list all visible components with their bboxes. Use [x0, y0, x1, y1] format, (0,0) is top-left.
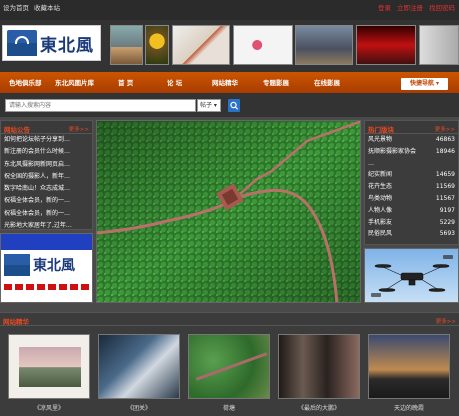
featured-more-link[interactable]: 更多>>: [436, 317, 456, 325]
board-name: 鸟类动物: [368, 194, 393, 202]
logo-text: 東北風: [40, 35, 94, 56]
board-count: 5229: [439, 218, 455, 226]
hot-board-item[interactable]: 民俗民风 5693: [365, 228, 458, 240]
featured-caption: 《凉风里》: [33, 405, 64, 412]
forgot-password-link[interactable]: 找回密码: [429, 4, 455, 12]
featured-photo[interactable]: [98, 334, 180, 399]
banner-slogan-graphic: [4, 284, 89, 290]
thumbnail-image[interactable]: [172, 25, 230, 65]
featured-caption: 天边的晚霞: [393, 405, 424, 412]
hot-boards-more-link[interactable]: 更多>>: [435, 125, 455, 133]
thumbnail-image[interactable]: [356, 25, 416, 65]
hot-board-item[interactable]: 抚顺影摄影家协会 18946: [365, 146, 458, 158]
search-bar: 帖子 ▾: [0, 93, 459, 117]
thumbnail-image[interactable]: [295, 25, 353, 65]
nav-item-exhibitions[interactable]: 专题影展: [263, 77, 289, 87]
featured-photo[interactable]: [8, 334, 90, 399]
hot-board-item[interactable]: 纪实新闻 14659: [365, 169, 458, 181]
nav-item-club[interactable]: 色地俱乐部: [9, 77, 42, 87]
top-bar: 设为首页 收藏本站 登录 立即注册 找回密码: [0, 0, 459, 20]
announcement-item[interactable]: 祝福全体会员，新的一…: [1, 208, 92, 220]
board-name: 纪实新闻: [368, 171, 393, 179]
featured-caption: 《最后的大鹏》: [297, 405, 340, 412]
hot-board-item[interactable]: 手机影友 5229: [365, 217, 458, 229]
announcement-item[interactable]: 新注册的会员什么时候…: [1, 146, 92, 158]
search-type-select[interactable]: 帖子 ▾: [197, 99, 221, 112]
logo-mark-icon: [4, 254, 30, 276]
search-input[interactable]: [5, 99, 196, 112]
featured-title: 网站精华: [3, 318, 29, 326]
board-name: 民俗民风: [368, 230, 393, 238]
hero-image[interactable]: [96, 120, 361, 303]
board-name: 风光景物: [368, 136, 393, 143]
board-count: 5693: [439, 230, 455, 238]
main-nav: 色地俱乐部 东北风图片库 首 页 论 坛 网站精华 专题影展 在线影展 快捷导航…: [0, 72, 459, 93]
search-button[interactable]: [228, 99, 240, 112]
nav-item-forum[interactable]: 论 坛: [167, 77, 182, 87]
announcement-item[interactable]: 东北风摄影网新网页启…: [1, 159, 92, 171]
hot-board-item[interactable]: 风光景物 46863: [365, 134, 458, 146]
announcements-title: 网站公告: [4, 126, 30, 134]
nav-item-gallery[interactable]: 东北风图片库: [55, 77, 94, 87]
set-home-link[interactable]: 设为首页: [3, 4, 29, 12]
board-count: 9197: [439, 206, 455, 214]
nav-item-home[interactable]: 首 页: [118, 77, 133, 87]
announcement-item[interactable]: 光影地大家居年了,过年…: [1, 220, 92, 232]
board-name: …: [368, 159, 374, 167]
board-name: 手机影友: [368, 218, 393, 226]
featured-photo[interactable]: [188, 334, 270, 399]
thumbnail-image[interactable]: [145, 25, 169, 65]
board-count: 11567: [435, 194, 455, 202]
announcements-panel: 网站公告 更多>> 如何把论坛帖子分享到… 新注册的会员什么时候… 东北风摄影网新…: [0, 120, 93, 230]
board-count: 46863: [435, 136, 455, 143]
announcement-item[interactable]: 数字哈南山！众志成城…: [1, 183, 92, 195]
board-count: 14659: [435, 171, 455, 179]
announcement-item[interactable]: 祝全国的摄影人，新年…: [1, 171, 92, 183]
search-type-value: 帖子: [200, 102, 213, 109]
featured-section: 网站精华 更多>> 《凉风里》 《团关》 荷塘 《最后的大鹏》 天边的晚霞: [0, 312, 459, 416]
hot-board-item[interactable]: 鸟类动物 11567: [365, 193, 458, 205]
header: 東北風: [0, 20, 459, 72]
lotus-pond-image: [97, 121, 360, 302]
announcement-item[interactable]: 祝福全体会员，新的一…: [1, 195, 92, 207]
featured-photo[interactable]: [278, 334, 360, 399]
board-count: 18946: [435, 147, 455, 155]
featured-caption: 荷塘: [222, 405, 235, 412]
hot-board-item[interactable]: 人物人像 9197: [365, 205, 458, 217]
thumbnail-strip: [106, 25, 459, 65]
thumbnail-image[interactable]: [110, 25, 143, 65]
logo-mark-icon: [7, 30, 37, 56]
board-name: 花卉生态: [368, 183, 393, 191]
search-icon: [230, 101, 239, 110]
announcements-more-link[interactable]: 更多>>: [69, 125, 89, 133]
side-banner[interactable]: 東北風: [0, 233, 93, 303]
featured-photo[interactable]: [368, 334, 450, 399]
hot-board-item[interactable]: 花卉生态 11569: [365, 181, 458, 193]
hot-boards-panel: 热门版块 更多>> 风光景物 46863 抚顺影摄影家协会 18946 … 纪实新闻 1…: [364, 120, 459, 245]
board-name: 抚顺影摄影家协会: [368, 147, 417, 155]
quick-nav-button[interactable]: 快捷导航 ▾: [401, 78, 448, 90]
thumbnail-image[interactable]: [419, 25, 459, 65]
board-count: 11569: [435, 183, 455, 191]
nav-item-featured[interactable]: 网站精华: [212, 77, 238, 87]
login-link[interactable]: 登录: [378, 4, 391, 12]
announcement-item[interactable]: 如何把论坛帖子分享到…: [1, 134, 92, 146]
featured-caption: 《团关》: [126, 405, 151, 412]
drone-icon: [371, 255, 453, 297]
thumbnail-image[interactable]: [233, 25, 293, 65]
hot-board-item[interactable]: …: [365, 158, 458, 170]
nav-item-online-exhibition[interactable]: 在线影展: [314, 77, 340, 87]
register-link[interactable]: 立即注册: [397, 4, 423, 12]
banner-logo-text: 東北風: [33, 258, 75, 274]
site-logo[interactable]: 東北風: [2, 25, 101, 61]
board-name: 人物人像: [368, 206, 393, 214]
drone-ad-image[interactable]: [364, 248, 459, 303]
bookmark-link[interactable]: 收藏本站: [34, 4, 60, 12]
hot-boards-title: 热门版块: [368, 126, 394, 134]
